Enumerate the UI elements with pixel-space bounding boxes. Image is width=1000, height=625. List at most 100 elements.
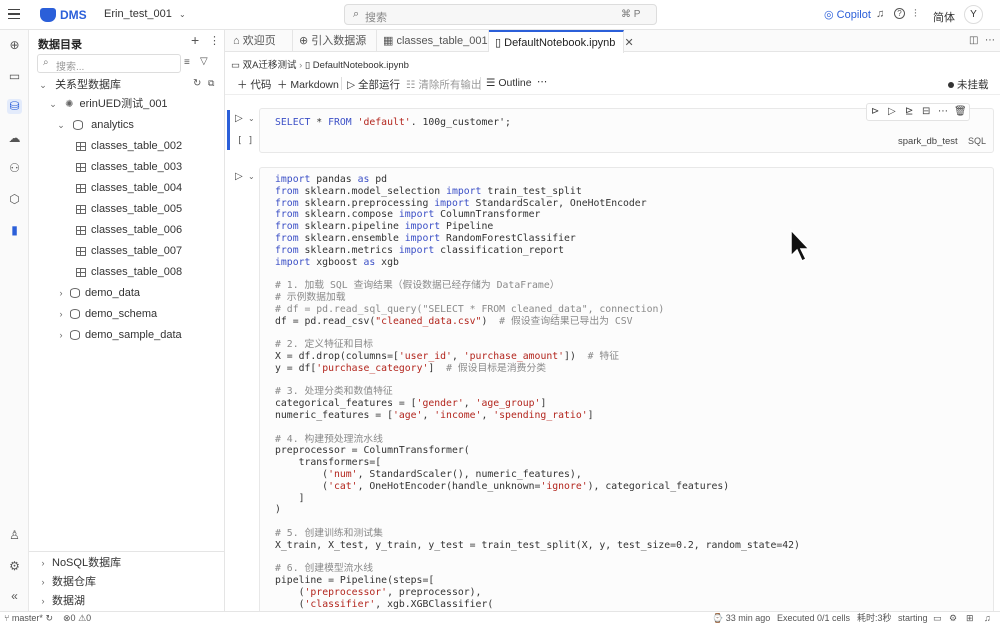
menu-icon[interactable] — [8, 9, 20, 19]
refresh-icon[interactable]: ↻ — [193, 78, 201, 89]
nodes-icon[interactable]: ⚇ — [7, 161, 22, 176]
tree-label: classes_table_008 — [91, 266, 183, 278]
cloud-icon[interactable]: ☁ — [7, 131, 22, 146]
cell-language[interactable]: SQL — [968, 136, 986, 146]
tree-table[interactable]: classes_table_007 — [76, 241, 182, 261]
tree-table[interactable]: classes_table_002 — [76, 136, 182, 156]
tab-classes-table[interactable]: ▦ classes_table_001 — [377, 30, 489, 52]
add-markdown-button[interactable]: ＋ Markdown — [277, 77, 339, 92]
copilot-icon: ◎ — [824, 9, 834, 21]
problems-indicator[interactable]: ⊗0 ⚠0 — [63, 612, 91, 625]
tree-instance[interactable]: ⌄ ✺ erinUED测试_001 — [48, 94, 167, 114]
tree-warehouse[interactable]: › 数据仓库 — [38, 572, 97, 592]
run-cell-icon[interactable]: ▷ — [888, 106, 896, 117]
python-code[interactable]: import pandas as pd from sklearn.model_s… — [275, 174, 800, 610]
database-icon[interactable]: ⛁ — [7, 99, 22, 114]
copilot-button[interactable]: ◎ Copilot — [824, 8, 871, 21]
language-switch[interactable]: 简体 — [933, 9, 955, 25]
breadcrumb-file[interactable]: DefaultNotebook.ipynb — [313, 60, 409, 71]
tree-table[interactable]: classes_table_003 — [76, 157, 182, 177]
add-icon[interactable]: + — [191, 32, 199, 48]
more-icon[interactable]: ⋯ — [537, 76, 548, 88]
clear-outputs-button[interactable]: ☷ 清除所有输出 — [406, 77, 481, 92]
run-above-icon[interactable]: ⊳ — [871, 106, 879, 117]
sort-icon[interactable]: ≡ — [184, 57, 190, 68]
brand-app-icon[interactable]: ▮ — [7, 223, 22, 238]
copilot-label: Copilot — [836, 9, 871, 21]
help-icon[interactable]: ? — [894, 8, 905, 19]
tree-schema[interactable]: › demo_schema — [56, 304, 158, 324]
folder-icon[interactable]: ▭ — [7, 69, 22, 84]
catalog-search-input[interactable]: ⌕ 搜索... — [37, 54, 181, 73]
trash-icon[interactable]: 🗑 — [954, 106, 967, 117]
add-code-button[interactable]: ＋ 代码 — [237, 77, 271, 92]
run-all-button[interactable]: ▷ 全部运行 — [347, 77, 400, 92]
tab-import-source[interactable]: ⊕ 引入数据源 — [293, 30, 377, 52]
sql-code[interactable]: SELECT * FROM 'default'. 100g_customer'; — [275, 117, 511, 129]
tree-schema[interactable]: › demo_sample_data — [56, 325, 182, 345]
chevron-down-icon[interactable]: ⌄ — [248, 172, 255, 181]
bell-icon[interactable]: ♫ — [984, 612, 991, 625]
global-search[interactable]: ⌕ 搜索 ⌘ P — [344, 4, 657, 25]
tab-label: 引入数据源 — [311, 35, 367, 47]
branch-name: master* — [11, 613, 43, 623]
add-code-label: 代码 — [250, 79, 272, 91]
layout-icon[interactable]: ⊞ — [966, 612, 974, 625]
tree-relational-db[interactable]: ⌄ 关系型数据库 — [38, 75, 121, 95]
breadcrumb-folder[interactable]: 双A迁移测试 — [243, 60, 297, 71]
gear-icon[interactable]: ⚙ — [7, 559, 22, 574]
cube-icon[interactable]: ⬡ — [7, 192, 22, 207]
plus-circle-icon: ⊕ — [299, 35, 309, 47]
tree-table[interactable]: classes_table_006 — [76, 220, 182, 240]
tab-welcome[interactable]: ⌂ 欢迎页 — [229, 30, 293, 52]
tree-table[interactable]: classes_table_005 — [76, 199, 182, 219]
collapse-all-icon[interactable]: ⧉ — [208, 78, 214, 89]
tab-notebook[interactable]: ▯ DefaultNotebook.ipynb ✕ — [489, 30, 634, 53]
more-icon[interactable]: ⋯ — [985, 35, 995, 46]
workspace-selector[interactable]: Erin_test_001 ⌄ — [104, 8, 186, 20]
bell-icon[interactable]: ♫ — [876, 8, 884, 20]
settings-icon[interactable]: ⚙ — [949, 612, 957, 625]
cell-active-indicator — [227, 110, 230, 150]
executed-cells: Executed 0/1 cells — [777, 613, 851, 623]
run-cell-icon[interactable]: ▷ — [235, 171, 243, 182]
plus-circle-icon[interactable]: ⊕ — [7, 38, 22, 53]
tab-label: DefaultNotebook.ipynb — [504, 37, 616, 49]
filter-icon[interactable]: ▽ — [200, 56, 208, 67]
outline-button[interactable]: ☰ Outline — [486, 77, 532, 89]
brand-name: DMS — [60, 8, 87, 22]
data-catalog-panel: 数据目录 + ⋮ ⌕ 搜索... ≡ ▽ ⌄ 关系型数据库 ↻ ⧉ ⌄ ✺ er… — [29, 30, 225, 611]
tree-table[interactable]: classes_table_004 — [76, 178, 182, 198]
git-branch[interactable]: ⑂ master* ↻ — [4, 612, 53, 625]
schema-icon — [73, 120, 84, 131]
tree-label: demo_sample_data — [85, 329, 182, 341]
file-icon: ▯ — [304, 60, 311, 71]
chevron-right-icon: › — [41, 558, 45, 568]
split-view-icon[interactable]: ◫ — [969, 35, 978, 46]
kernel-status[interactable]: 未挂载 — [948, 77, 989, 92]
chevron-down-icon: ⌄ — [49, 99, 57, 109]
run-below-icon[interactable]: ⊵ — [905, 106, 913, 117]
chevron-down-icon: ⌄ — [57, 120, 65, 130]
collapse-icon[interactable]: « — [7, 589, 22, 604]
user-settings-icon[interactable]: ♙ — [7, 528, 22, 543]
tab-label: classes_table_001 — [396, 35, 488, 47]
breadcrumb: ▭ 双A迁移测试 › ▯ DefaultNotebook.ipynb — [231, 57, 409, 71]
close-icon[interactable]: ✕ — [624, 37, 633, 49]
more-icon[interactable]: ⋮ — [209, 34, 220, 47]
tree-table[interactable]: classes_table_008 — [76, 262, 182, 282]
notebook-icon[interactable]: ▭ — [933, 612, 942, 625]
chevron-down-icon[interactable]: ⌄ — [248, 114, 255, 123]
split-cell-icon[interactable]: ⊟ — [922, 106, 930, 117]
tree-schema[interactable]: › demo_data — [56, 283, 141, 303]
cell-database[interactable]: spark_db_test — [898, 136, 958, 147]
tree-schema-analytics[interactable]: ⌄ analytics — [56, 115, 134, 135]
run-cell-icon[interactable]: ▷ — [235, 113, 243, 124]
tree-lake[interactable]: › 数据湖 — [38, 591, 86, 611]
mouse-cursor-icon — [790, 228, 811, 263]
tree-nosql[interactable]: › NoSQL数据库 — [38, 553, 122, 573]
sliders-icon[interactable]: ⫶ — [914, 8, 917, 21]
avatar[interactable]: Y — [964, 5, 983, 24]
branch-icon: ⑂ — [4, 613, 10, 623]
more-icon[interactable]: ⋯ — [938, 106, 948, 117]
